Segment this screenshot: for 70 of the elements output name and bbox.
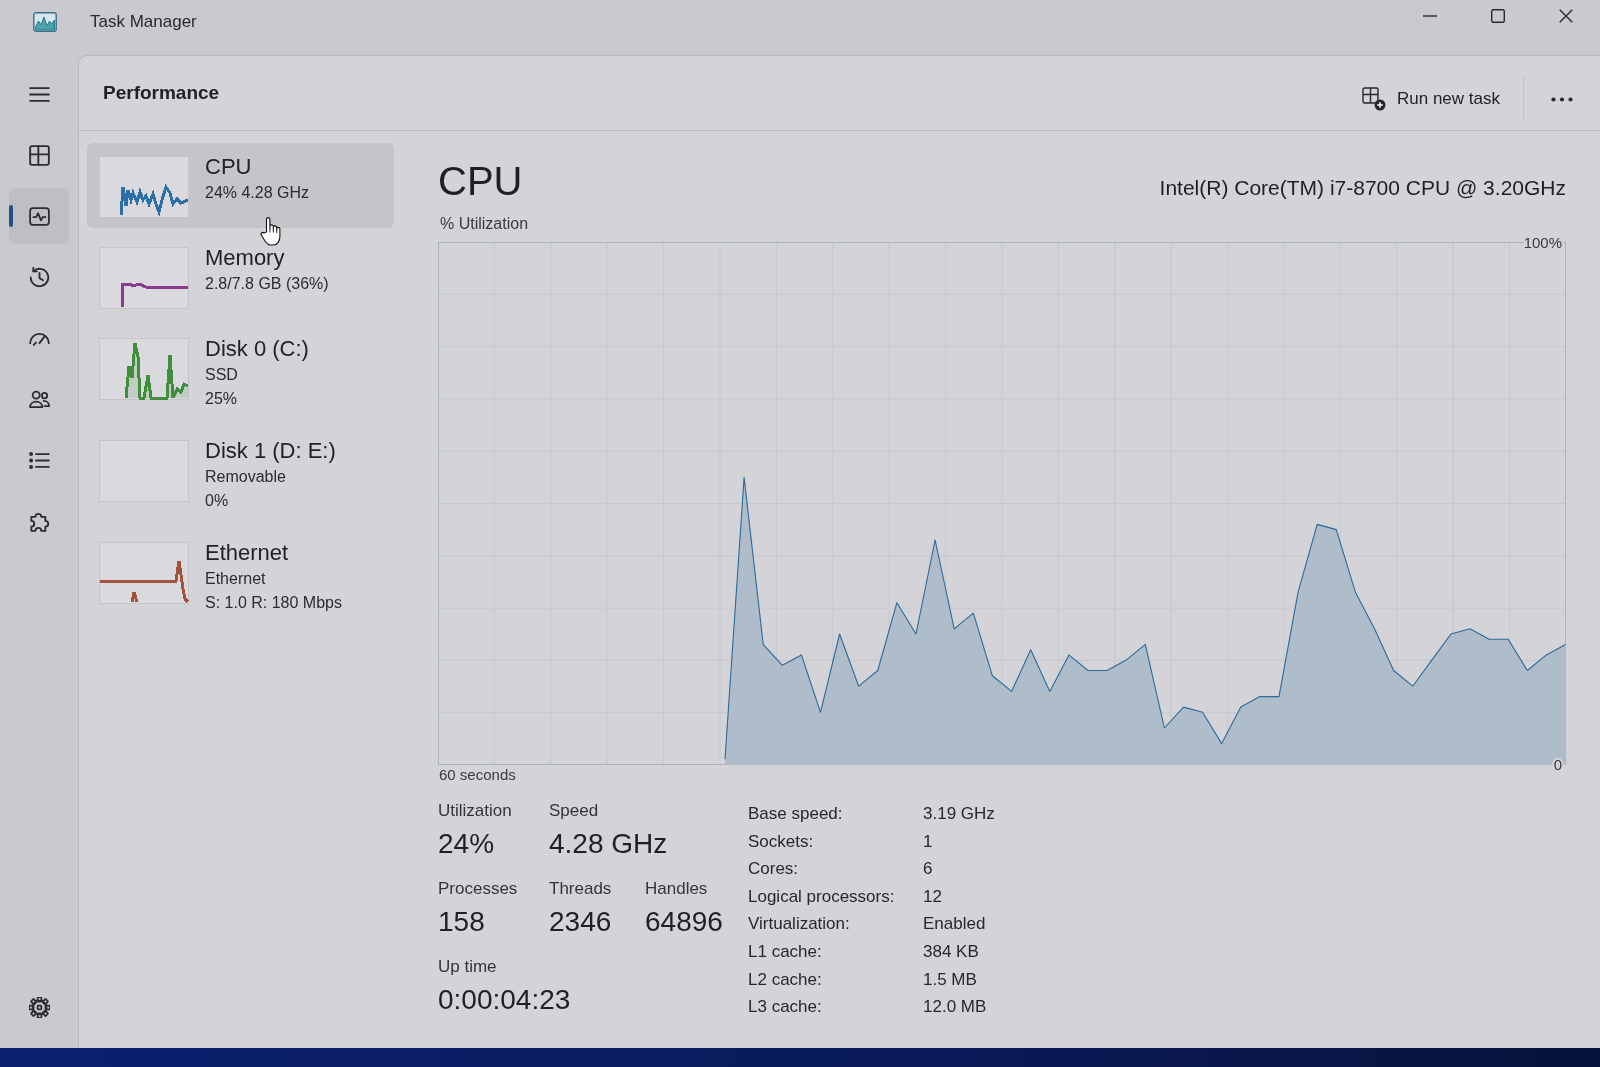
spec-label: Logical processors: xyxy=(748,885,896,908)
stat-value: 158 xyxy=(438,905,486,939)
device-detail: SSD xyxy=(205,365,239,385)
hand-cursor-icon xyxy=(260,216,282,246)
stat-label: Handles xyxy=(645,878,709,900)
spec-value: 1.5 MB xyxy=(923,968,978,991)
device-list-item[interactable]: CPU 24% 4.28 GHz xyxy=(87,143,394,228)
stat-label: Processes xyxy=(438,878,519,900)
app-grid-icon xyxy=(28,144,50,166)
axis-tick-label: 0 xyxy=(1553,755,1562,773)
stat-label: Utilization xyxy=(438,800,513,822)
stat-value: 24% xyxy=(438,827,496,861)
spec-label: Cores: xyxy=(748,858,800,881)
spec-value: 12 xyxy=(923,885,943,908)
device-list-item[interactable]: Ethernet Ethernet S: 1.0 R: 180 Mbps xyxy=(87,529,394,625)
page-title: Performance xyxy=(103,80,220,105)
device-detail: S: 1.0 R: 180 Mbps xyxy=(205,593,342,613)
spec-label: Sockets: xyxy=(748,830,815,853)
device-name: Disk 0 (C:) xyxy=(205,335,309,363)
app-chart-icon xyxy=(33,12,57,32)
run-new-task-button[interactable]: Run new task xyxy=(1352,78,1510,120)
maximize-icon xyxy=(1491,9,1505,23)
spec-label: L1 cache: xyxy=(748,940,823,963)
list-icon xyxy=(28,449,50,471)
spec-value: Enabled xyxy=(923,913,987,936)
people-icon xyxy=(28,388,50,410)
spec-value: 12.0 MB xyxy=(923,996,988,1019)
stat-label: Speed xyxy=(549,800,600,822)
axis-title: 60 seconds xyxy=(439,766,516,783)
processor-name: Intel(R) Core(TM) i7-8700 CPU @ 3.20GHz xyxy=(1159,175,1566,201)
pulse-chart-icon xyxy=(28,205,50,227)
stat-value: 4.28 GHz xyxy=(549,827,668,861)
section-title: CPU xyxy=(438,158,523,205)
device-detail: 2.8/7.8 GB (36%) xyxy=(205,274,329,294)
minimize-icon xyxy=(1423,15,1437,17)
stat-value: 64896 xyxy=(645,905,724,939)
spec-label: Virtualization: xyxy=(748,913,851,936)
puzzle-icon xyxy=(28,510,50,532)
spec-value: 1 xyxy=(923,830,934,853)
settings-icon xyxy=(28,996,50,1018)
stat-value: 0:00:04:23 xyxy=(438,983,571,1017)
stat-label: Threads xyxy=(549,878,613,900)
more-icon xyxy=(1551,96,1573,102)
spec-label: Base speed: xyxy=(748,803,844,825)
window-title: Task Manager xyxy=(90,12,197,32)
spec-label: L3 cache: xyxy=(748,996,823,1019)
device-detail: Removable xyxy=(205,467,287,487)
device-detail: Ethernet xyxy=(205,569,267,589)
device-list-item[interactable]: Disk 1 (D: E:) Removable 0% xyxy=(87,427,394,523)
nav-button[interactable] xyxy=(9,188,69,244)
device-name: Memory xyxy=(205,244,286,272)
close-icon xyxy=(1559,9,1573,23)
axis-tick-label: 100% xyxy=(1523,233,1562,251)
device-list-item[interactable]: Memory 2.8/7.8 GB (36%) xyxy=(87,234,394,319)
device-name: CPU xyxy=(205,153,253,181)
device-name: Ethernet xyxy=(205,539,290,567)
stat-label: Up time xyxy=(438,956,498,978)
spec-value: 6 xyxy=(923,858,934,881)
device-detail: 0% xyxy=(205,491,230,511)
spec-value: 384 KB xyxy=(923,940,980,963)
device-name: Disk 1 (D: E:) xyxy=(205,437,336,465)
spec-value: 3.19 GHz xyxy=(923,803,995,825)
window-plus-icon xyxy=(1362,87,1386,111)
history-icon xyxy=(28,266,50,288)
spec-label: L2 cache: xyxy=(748,968,823,991)
stat-value: 2346 xyxy=(549,905,613,939)
device-detail: 25% xyxy=(205,389,239,409)
axis-title: % Utilization xyxy=(440,215,529,232)
device-detail: 24% 4.28 GHz xyxy=(205,183,310,203)
device-list-item[interactable]: Disk 0 (C:) SSD 25% xyxy=(87,325,394,421)
